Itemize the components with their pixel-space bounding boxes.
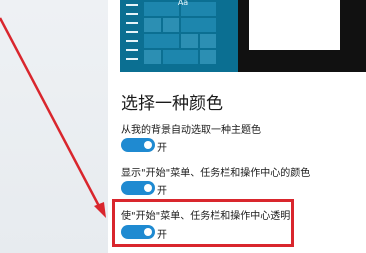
auto-accent-label: 从我的背景自动选取一种主题色 (121, 125, 261, 136)
transparency-toggle[interactable] (121, 225, 155, 239)
left-background (0, 0, 108, 253)
tile-label: Aa (177, 0, 189, 7)
transparency-toggle-state: 开 (157, 230, 167, 241)
window-preview (249, 0, 340, 50)
toggle-knob (144, 184, 152, 192)
auto-accent-toggle[interactable] (121, 138, 155, 152)
theme-preview: Aa (120, 0, 366, 72)
toggle-knob (144, 228, 152, 236)
personalization-panel: Aa 选择一种颜色 从我的背景自动选取一种主题色 开 显示"开始"菜单、任务栏和… (108, 0, 366, 253)
auto-accent-toggle-state: 开 (157, 143, 167, 154)
transparency-label: 使"开始"菜单、任务栏和操作中心透明 (121, 211, 291, 222)
show-color-label: 显示"开始"菜单、任务栏和操作中心的颜色 (121, 168, 311, 179)
menu-lines-icon (126, 4, 140, 67)
section-heading: 选择一种颜色 (121, 94, 223, 114)
start-menu-preview: Aa (120, 0, 238, 72)
toggle-knob (144, 141, 152, 149)
show-color-toggle[interactable] (121, 181, 155, 195)
show-color-toggle-state: 开 (157, 186, 167, 197)
